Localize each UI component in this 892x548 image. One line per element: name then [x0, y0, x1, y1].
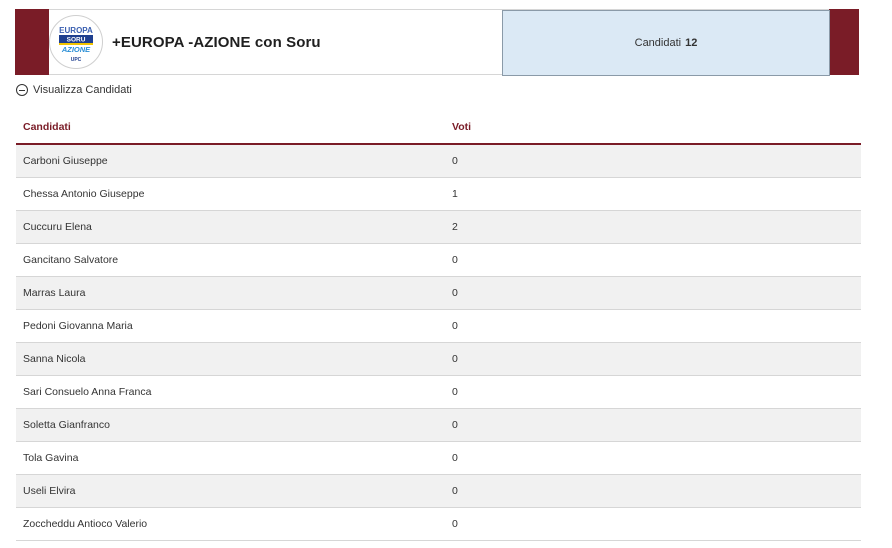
candidate-name: Cuccuru Elena: [16, 210, 445, 244]
header-voti: Voti: [445, 110, 861, 145]
table-row: Cuccuru Elena 2: [16, 210, 861, 244]
candidate-votes: 0: [445, 375, 861, 409]
table-header-row: Candidati Voti: [16, 110, 861, 145]
table-row: Soletta Gianfranco 0: [16, 408, 861, 442]
candidate-votes: 0: [445, 507, 861, 541]
candidate-votes: 0: [445, 408, 861, 442]
page: EUROPA SORU AZIONE UPC +EUROPA -AZIONE c…: [0, 0, 892, 548]
party-band-right: [829, 9, 859, 75]
candidate-name: Gancitano Salvatore: [16, 243, 445, 277]
minus-circle-icon[interactable]: [16, 84, 28, 96]
candidate-name: Useli Elvira: [16, 474, 445, 508]
party-name: +EUROPA -AZIONE con Soru: [112, 34, 321, 51]
party-card: EUROPA SORU AZIONE UPC +EUROPA -AZIONE c…: [15, 9, 859, 76]
logo-line-1: EUROPA: [59, 26, 93, 35]
candidate-name: Tola Gavina: [16, 441, 445, 475]
candidate-name: Pedoni Giovanna Maria: [16, 309, 445, 343]
candidates-count: 12: [685, 37, 698, 49]
table-row: Gancitano Salvatore 0: [16, 243, 861, 277]
candidates-label: Candidati: [634, 37, 682, 49]
table-row: Useli Elvira 0: [16, 474, 861, 508]
candidate-votes: 1: [445, 177, 861, 211]
table-row: Tola Gavina 0: [16, 441, 861, 475]
candidate-votes: 0: [445, 144, 861, 178]
table-row: Sari Consuelo Anna Franca 0: [16, 375, 861, 409]
party-band-left: [15, 9, 49, 75]
candidate-name: Marras Laura: [16, 276, 445, 310]
candidates-count-box: Candidati 12: [502, 10, 830, 76]
logo-line-2: SORU: [67, 37, 86, 44]
header-candidati: Candidati: [16, 110, 445, 145]
candidate-name: Soletta Gianfranco: [16, 408, 445, 442]
candidate-votes: 0: [445, 474, 861, 508]
party-logo: EUROPA SORU AZIONE UPC: [49, 15, 103, 69]
table-row: Marras Laura 0: [16, 276, 861, 310]
candidate-votes: 0: [445, 243, 861, 277]
candidates-table: Candidati Voti Carboni Giuseppe 0 Chessa …: [16, 110, 861, 541]
logo-line-3: AZIONE: [61, 45, 91, 54]
candidate-votes: 0: [445, 441, 861, 475]
candidate-name: Zoccheddu Antioco Valerio: [16, 507, 445, 541]
candidate-name: Carboni Giuseppe: [16, 144, 445, 178]
table-row: Chessa Antonio Giuseppe 1: [16, 177, 861, 211]
logo-line-4: UPC: [71, 57, 82, 63]
table-row: Carboni Giuseppe 0: [16, 144, 861, 178]
candidate-votes: 0: [445, 342, 861, 376]
candidate-votes: 2: [445, 210, 861, 244]
table-row: Sanna Nicola 0: [16, 342, 861, 376]
candidate-votes: 0: [445, 309, 861, 343]
table-row: Zoccheddu Antioco Valerio 0: [16, 507, 861, 541]
candidate-name: Chessa Antonio Giuseppe: [16, 177, 445, 211]
toggle-candidates-label[interactable]: Visualizza Candidati: [33, 84, 132, 96]
candidate-votes: 0: [445, 276, 861, 310]
candidate-name: Sari Consuelo Anna Franca: [16, 375, 445, 409]
table-row: Pedoni Giovanna Maria 0: [16, 309, 861, 343]
candidate-name: Sanna Nicola: [16, 342, 445, 376]
toggle-candidates[interactable]: Visualizza Candidati: [16, 84, 132, 96]
